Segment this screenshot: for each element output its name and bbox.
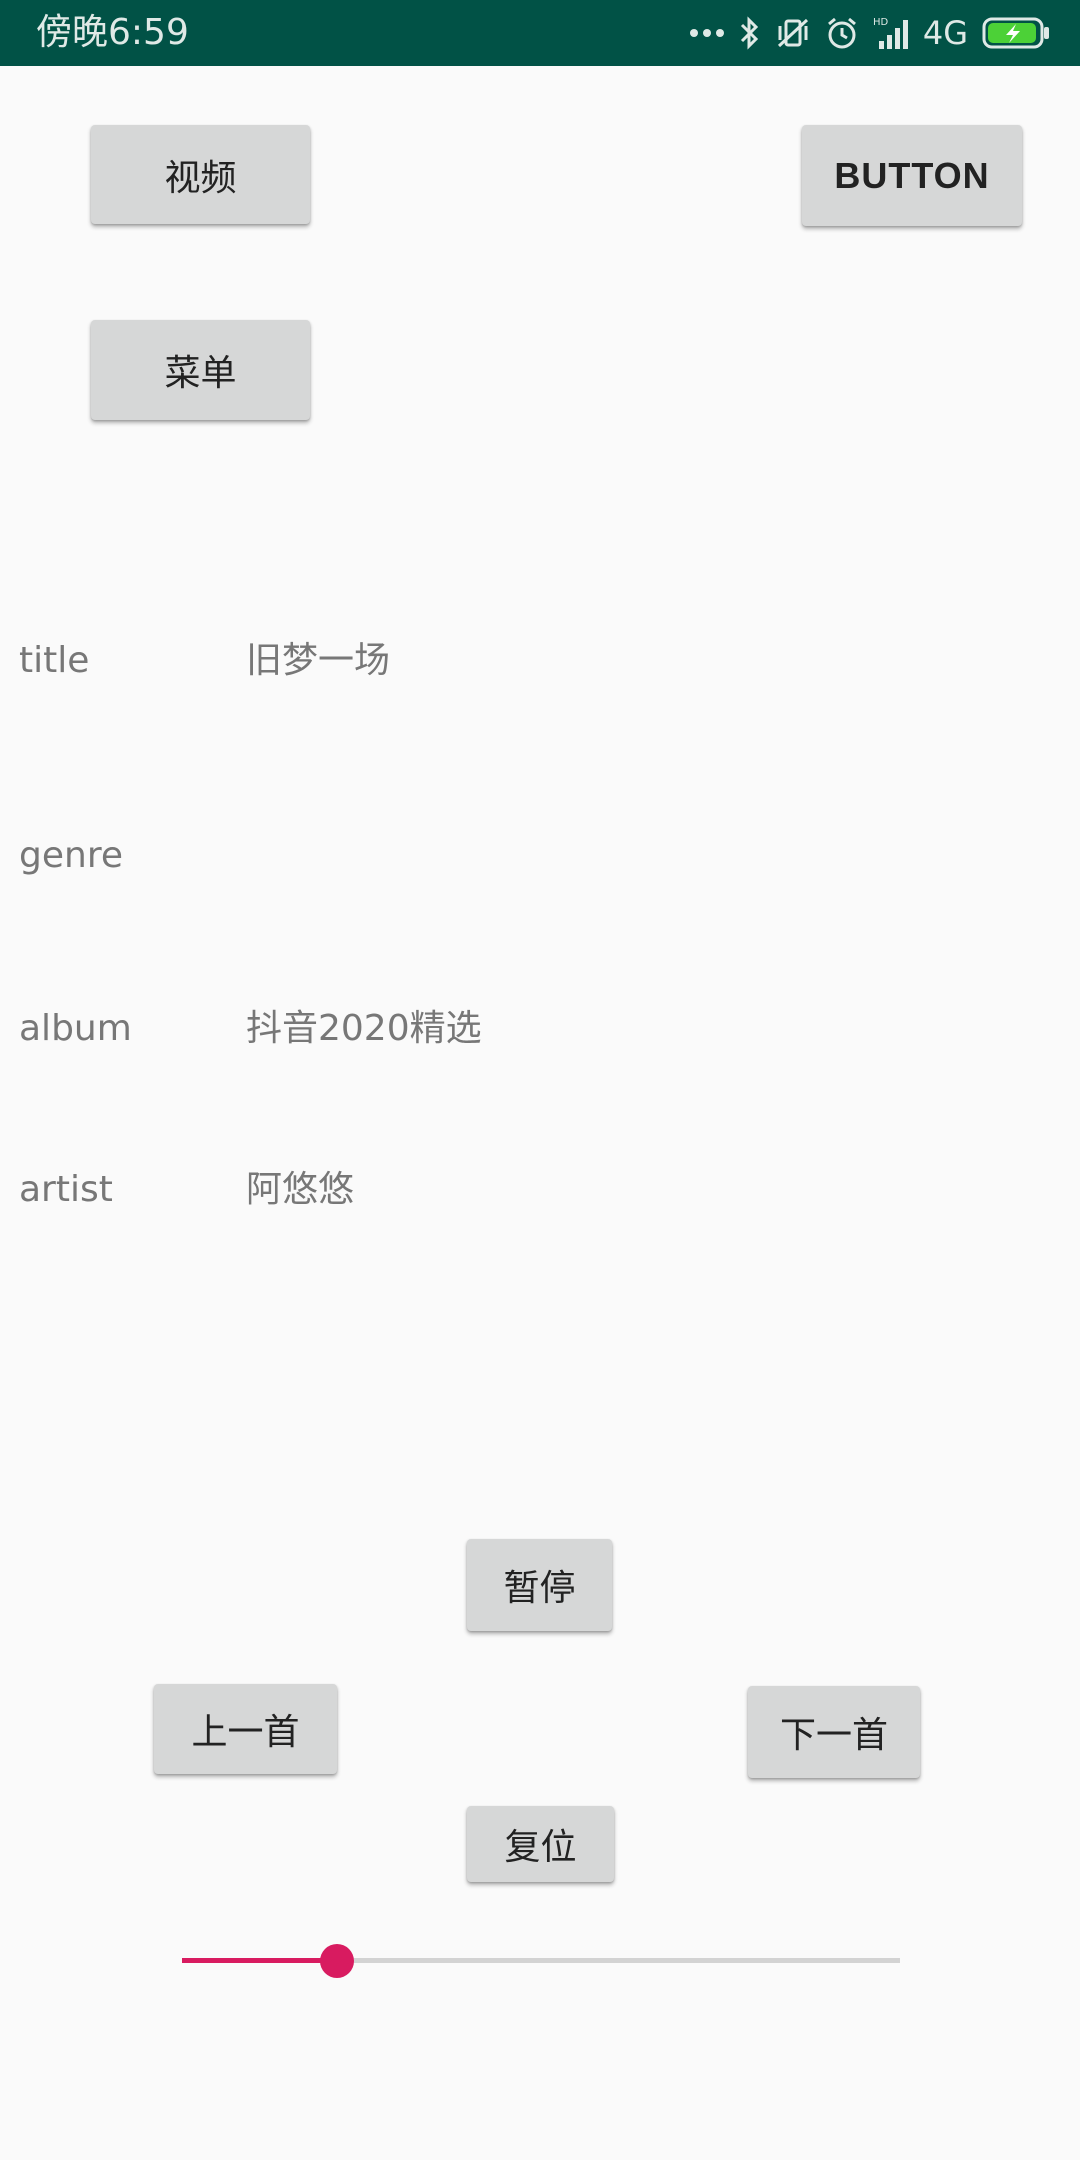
previous-button[interactable]: 上一首 — [154, 1684, 337, 1774]
title-label: title — [19, 640, 90, 681]
svg-text:HD: HD — [873, 17, 889, 28]
bluetooth-icon — [739, 16, 761, 50]
seek-bar[interactable] — [182, 1940, 900, 1980]
seek-progress — [182, 1958, 338, 1963]
status-time: 傍晚6:59 — [36, 12, 189, 53]
status-bar: 傍晚6:59 HD 4G — [0, 0, 1080, 66]
seek-thumb[interactable] — [320, 1944, 355, 1978]
alarm-icon — [825, 16, 859, 50]
dots-icon — [689, 27, 725, 39]
reset-button[interactable]: 复位 — [467, 1806, 614, 1882]
hd-signal-icon: HD — [873, 15, 909, 51]
generic-button[interactable]: BUTTON — [802, 125, 1022, 226]
album-label: album — [19, 1008, 132, 1049]
artist-label: artist — [19, 1169, 113, 1210]
genre-label: genre — [19, 835, 123, 876]
pause-button[interactable]: 暂停 — [467, 1539, 612, 1631]
title-value: 旧梦一场 — [246, 640, 391, 681]
status-icons: HD 4G — [689, 12, 1050, 54]
network-label: 4G — [922, 14, 968, 52]
vibrate-off-icon — [775, 16, 811, 50]
menu-button[interactable]: 菜单 — [91, 320, 310, 420]
artist-value: 阿悠悠 — [246, 1169, 355, 1210]
next-button[interactable]: 下一首 — [748, 1686, 920, 1778]
battery-charging-icon — [982, 16, 1050, 50]
album-value: 抖音2020精选 — [246, 1008, 482, 1049]
video-button[interactable]: 视频 — [91, 125, 310, 224]
